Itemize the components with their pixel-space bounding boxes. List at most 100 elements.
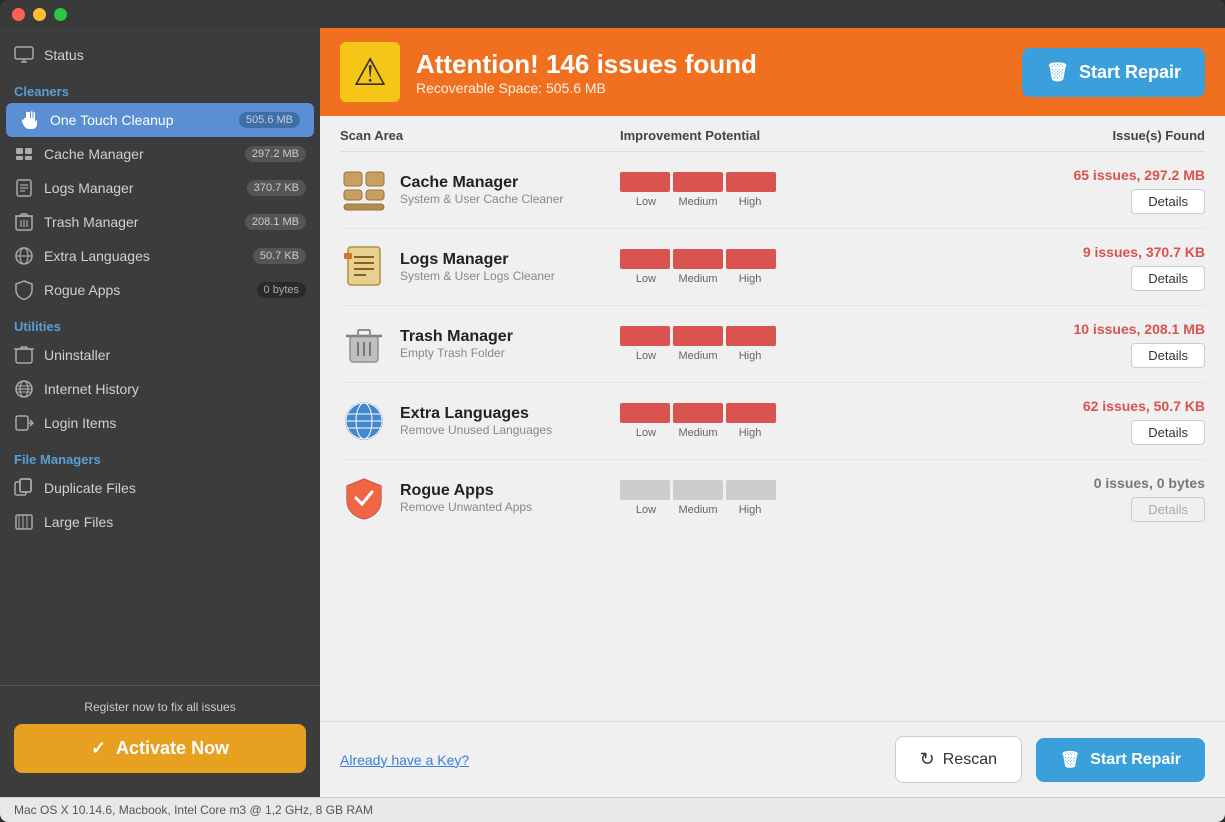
start-repair-top-label: Start Repair [1079,62,1181,83]
sidebar-item-large-files[interactable]: Large Files [0,505,320,539]
cache-bar-medium [673,172,723,192]
languages-details-button[interactable]: Details [1131,420,1205,445]
file-managers-section: File Managers [0,440,320,471]
sidebar-item-status[interactable]: Status [0,38,320,72]
trash-label-low: Low [620,350,672,362]
rescan-button[interactable]: ↻ Rescan [895,736,1022,783]
rogue-bar-medium [673,480,723,500]
extra-languages-row-desc: Remove Unused Languages [400,423,552,437]
cache-manager-badge: 297.2 MB [245,146,306,162]
one-touch-cleanup-badge: 505.6 MB [239,112,300,128]
alert-text: Attention! 146 issues found Recoverable … [416,49,1006,96]
alert-title: Attention! 146 issues found [416,49,1006,80]
cache-issues-cell: 65 issues, 297.2 MB Details [985,167,1205,214]
footer: Already have a Key? ↻ Rescan 🗑 Start Rep… [320,721,1225,797]
cache-icon [14,144,34,164]
duplicate-icon [14,478,34,498]
trash-issues-cell: 10 issues, 208.1 MB Details [985,321,1205,368]
logs-issues-cell: 9 issues, 370.7 KB Details [985,244,1205,291]
logs-manager-row-desc: System & User Logs Cleaner [400,269,555,283]
start-repair-button-bottom[interactable]: 🗑 Start Repair [1036,738,1205,782]
logs-info: Logs Manager System & User Logs Cleaner [400,251,555,283]
checkmark-icon: ✓ [91,738,106,759]
sidebar-item-trash-manager[interactable]: Trash Manager 208.1 MB [0,205,320,239]
logs-bar-high [726,249,776,269]
trash-manager-row-name: Trash Manager [400,328,513,346]
extra-languages-badge: 50.7 KB [253,248,306,264]
status-label: Status [44,47,84,63]
logs-manager-label: Logs Manager [44,180,134,196]
large-files-label: Large Files [44,514,113,530]
login-items-label: Login Items [44,415,116,431]
rogue-label-low: Low [620,504,672,516]
sidebar-item-internet-history[interactable]: Internet History [0,372,320,406]
sidebar-item-uninstaller[interactable]: Uninstaller [0,338,320,372]
logs-manager-icon [340,243,388,291]
rogue-apps-label: Rogue Apps [44,282,120,298]
minimize-button[interactable] [33,8,46,21]
cache-manager-icon [340,166,388,214]
languages-bar-low [620,403,670,423]
close-button[interactable] [12,8,25,21]
activate-label: Activate Now [116,738,229,759]
start-repair-button-top[interactable]: 🗑 Start Repair [1022,48,1205,97]
trash-bar-medium [673,326,723,346]
already-have-key-link[interactable]: Already have a Key? [340,752,469,768]
rogue-label-medium: Medium [672,504,724,516]
trash-info: Trash Manager Empty Trash Folder [400,328,513,360]
languages-issues-cell: 62 issues, 50.7 KB Details [985,398,1205,445]
rogue-apps-icon [340,474,388,522]
cache-details-button[interactable]: Details [1131,189,1205,214]
scan-area-trash: Trash Manager Empty Trash Folder [340,320,620,368]
sidebar-item-login-items[interactable]: Login Items [0,406,320,440]
table-row-trash-manager: Trash Manager Empty Trash Folder Low Me [340,306,1205,383]
rogue-bar-high [726,480,776,500]
utilities-section: Utilities [0,307,320,338]
start-repair-bottom-label: Start Repair [1090,751,1181,769]
logs-bar-medium [673,249,723,269]
scan-area-logs: Logs Manager System & User Logs Cleaner [340,243,620,291]
sidebar-item-duplicate-files[interactable]: Duplicate Files [0,471,320,505]
extra-languages-icon [340,397,388,445]
languages-label-medium: Medium [672,427,724,439]
warning-icon: ⚠ [340,42,400,102]
sidebar-item-extra-languages[interactable]: Extra Languages 50.7 KB [0,239,320,273]
trash-details-button[interactable]: Details [1131,343,1205,368]
logs-manager-badge: 370.7 KB [247,180,306,196]
register-text: Register now to fix all issues [14,700,306,714]
trash-icon [14,212,34,232]
shield-icon [14,280,34,300]
cache-manager-label: Cache Manager [44,146,144,162]
trash-label-medium: Medium [672,350,724,362]
sidebar-item-cache-manager[interactable]: Cache Manager 297.2 MB [0,137,320,171]
sidebar-item-one-touch-cleanup[interactable]: One Touch Cleanup 505.6 MB [6,103,314,137]
table-header: Scan Area Improvement Potential Issue(s)… [340,116,1205,152]
alert-subtitle: Recoverable Space: 505.6 MB [416,80,1006,96]
maximize-button[interactable] [54,8,67,21]
sidebar-item-rogue-apps[interactable]: Rogue Apps 0 bytes [0,273,320,307]
languages-label-high: High [724,427,776,439]
logs-issues-text: 9 issues, 370.7 KB [1083,244,1205,260]
header-improvement: Improvement Potential [620,128,985,143]
duplicate-files-label: Duplicate Files [44,480,136,496]
trash-issues-text: 10 issues, 208.1 MB [1073,321,1205,337]
trash-repair-icon-bottom: 🗑 [1060,750,1080,770]
rescan-icon: ↻ [920,749,935,770]
cache-manager-desc: System & User Cache Cleaner [400,192,563,206]
large-files-icon [14,512,34,532]
sidebar: Status Cleaners One Touch Cleanup 505.6 … [0,28,320,797]
rogue-label-high: High [724,504,776,516]
logs-progress: Low Medium High [620,249,985,285]
trash-repair-icon-top: 🗑 [1046,62,1069,83]
table-row-logs-manager: Logs Manager System & User Logs Cleaner … [340,229,1205,306]
cache-bar-high [726,172,776,192]
header-issues-found: Issue(s) Found [985,128,1205,143]
languages-label-low: Low [620,427,672,439]
status-bar: Mac OS X 10.14.6, Macbook, Intel Core m3… [0,797,1225,822]
activate-now-button[interactable]: ✓ Activate Now [14,724,306,773]
uninstaller-label: Uninstaller [44,347,110,363]
trash-bar-high [726,326,776,346]
sidebar-item-logs-manager[interactable]: Logs Manager 370.7 KB [0,171,320,205]
logs-details-button[interactable]: Details [1131,266,1205,291]
globe-icon [14,246,34,266]
